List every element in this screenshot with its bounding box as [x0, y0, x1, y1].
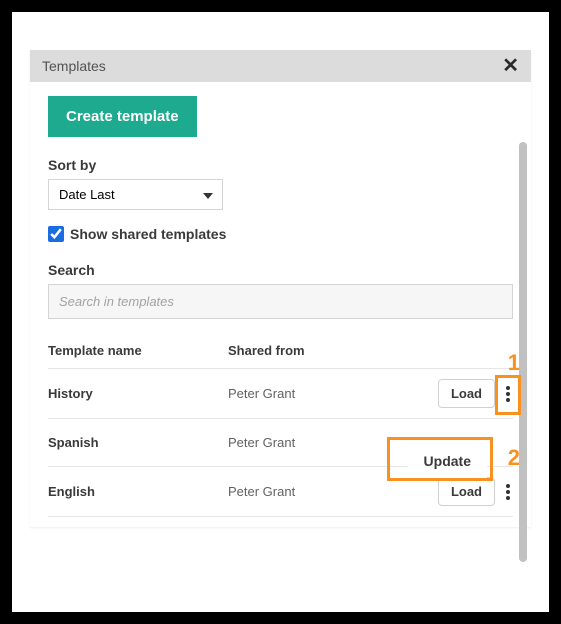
col-header-shared: Shared from: [228, 343, 513, 358]
template-shared-from: Peter Grant: [228, 435, 417, 450]
template-shared-from: Peter Grant: [228, 386, 417, 401]
create-template-button[interactable]: Create template: [48, 96, 197, 137]
table-row: Spanish Peter Grant Update 2: [48, 419, 513, 467]
panel-header: Templates ✕: [30, 50, 531, 82]
more-icon[interactable]: [503, 478, 513, 506]
template-name: History: [48, 386, 228, 401]
templates-panel: Templates ✕ Create template Sort by Date…: [30, 50, 531, 527]
window-frame: Templates ✕ Create template Sort by Date…: [0, 0, 561, 624]
load-button[interactable]: Load: [438, 477, 495, 506]
table-header: Template name Shared from: [48, 343, 513, 369]
show-shared-label: Show shared templates: [70, 226, 226, 242]
template-shared-from: Peter Grant: [228, 484, 417, 499]
close-icon[interactable]: ✕: [502, 56, 519, 76]
load-button[interactable]: Load: [438, 379, 495, 408]
scrollbar[interactable]: [519, 142, 527, 562]
template-name: English: [48, 484, 228, 499]
panel-title: Templates: [42, 58, 106, 74]
col-header-name: Template name: [48, 343, 228, 358]
sort-select-wrap: Date Last: [48, 179, 223, 210]
row-actions: Load 1: [417, 379, 513, 408]
template-name: Spanish: [48, 435, 228, 450]
row-actions: Load: [417, 477, 513, 506]
show-shared-checkbox[interactable]: [48, 226, 64, 242]
sort-select[interactable]: Date Last: [48, 179, 223, 210]
update-menu-item[interactable]: Update: [408, 443, 487, 479]
search-label: Search: [48, 262, 513, 278]
more-icon[interactable]: [503, 380, 513, 408]
panel-body: Create template Sort by Date Last Show s…: [30, 82, 531, 527]
table-row: History Peter Grant Load 1: [48, 369, 513, 419]
show-shared-row: Show shared templates: [48, 226, 513, 242]
search-input[interactable]: [48, 284, 513, 319]
annotation-number-1: 1: [508, 350, 520, 376]
annotation-number-2: 2: [508, 445, 520, 471]
sort-label: Sort by: [48, 157, 513, 173]
